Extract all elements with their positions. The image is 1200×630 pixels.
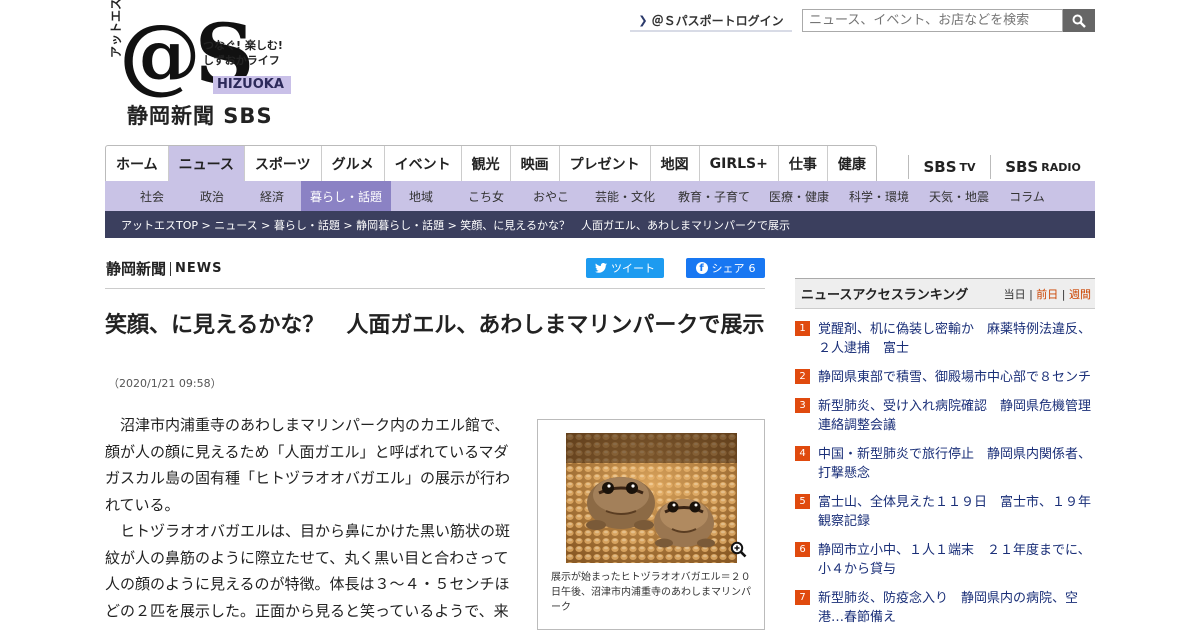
- main-nav-item[interactable]: イベント: [385, 146, 462, 181]
- search-bar: [802, 9, 1095, 32]
- ranking-item[interactable]: 5 富士山、全体見えた１１９日 富士市、１９年観察記録: [795, 493, 1095, 531]
- sub-nav-item[interactable]: 芸能・文化: [581, 181, 669, 211]
- rank-number: 2: [795, 369, 810, 384]
- sub-nav-item[interactable]: こち女: [451, 181, 521, 211]
- ranking-item[interactable]: 4 中国・新型肺炎で旅行停止 静岡県内関係者、打撃懸念: [795, 445, 1095, 483]
- ranking-item[interactable]: 7 新型肺炎、防疫念入り 静岡県内の病院、空港…春節備え: [795, 589, 1095, 627]
- article-figure: 展示が始まったヒトヅラオオバガエル＝２０日午後、沼津市内浦重寺のあわしまマリンパ…: [537, 419, 765, 630]
- sub-nav-item[interactable]: 暮らし・話題: [301, 181, 391, 211]
- main-nav-item[interactable]: 仕事: [779, 146, 828, 181]
- search-input[interactable]: [802, 9, 1063, 32]
- ranking-list: 1 覚醒剤、机に偽装し密輸か 麻薬特例法違反、２人逮捕 富士 2 静岡県東部で積雪、御…: [795, 320, 1095, 630]
- sbs-radio-main: SBS: [1005, 158, 1039, 176]
- share-count: 6: [748, 261, 756, 275]
- ranking-period-links: 当日 | 前日 | 週間: [1003, 287, 1091, 301]
- chevron-right-icon: ❯: [638, 13, 648, 27]
- article-body: 沼津市内浦重寺のあわしまマリンパーク内のカエル館で、顔が人の顔に見えるため「人面…: [105, 412, 517, 624]
- main-nav-item[interactable]: プレゼント: [560, 146, 651, 181]
- logo-hizuoka: HIZUOKA: [213, 76, 291, 94]
- divider: [105, 288, 765, 289]
- logo-tagline: つなぐ! 楽しむ! しずおかライフ: [203, 38, 283, 68]
- ranking-title: ニュースアクセスランキング: [801, 288, 969, 303]
- ranking-item-text: 富士山、全体見えた１１９日 富士市、１９年観察記録: [818, 495, 1092, 529]
- zoom-icon[interactable]: [730, 541, 747, 558]
- main-nav-item[interactable]: ニュース: [168, 146, 245, 181]
- sub-nav-item[interactable]: 経済: [243, 181, 301, 211]
- sub-nav-item[interactable]: 地域: [391, 181, 451, 211]
- breadcrumb[interactable]: アットエスTOP > ニュース > 暮らし・話題 > 静岡暮らし・話題 > 笑顔…: [105, 211, 1095, 238]
- sub-nav-item[interactable]: 政治: [181, 181, 243, 211]
- sub-nav-item[interactable]: おやこ: [521, 181, 581, 211]
- source-label: 静岡新聞 NEWS: [106, 258, 222, 279]
- sbs-tv-main: SBS: [923, 158, 957, 176]
- article-paragraph: ヒトヅラオオバガエルは、目から鼻にかけた黒い筋状の斑紋が人の鼻筋のように際立たせ…: [105, 522, 511, 620]
- ranking-item-text: 静岡県東部で積雪、御殿場市中心部で８センチ: [818, 370, 1092, 385]
- article-paragraph: 沼津市内浦重寺のあわしまマリンパーク内のカエル館で、顔が人の顔に見えるため「人面…: [105, 416, 511, 514]
- sub-nav-item[interactable]: 科学・環境: [839, 181, 919, 211]
- source-divider: [170, 261, 172, 276]
- logo-tagline-1: つなぐ! 楽しむ!: [203, 39, 283, 52]
- site-logo[interactable]: アットエス @S つなぐ! 楽しむ! しずおかライフ HIZUOKA 静岡新聞 …: [105, 0, 295, 129]
- rank-number: 5: [795, 494, 810, 509]
- ranking-item-text: 静岡市立小中、１人１端末 ２１年度までに、小４から貸与: [818, 543, 1091, 577]
- main-nav-item[interactable]: スポーツ: [245, 146, 322, 181]
- tweet-label: ツイート: [611, 262, 655, 275]
- rank-number: 7: [795, 590, 810, 605]
- main-nav-item[interactable]: 健康: [828, 146, 876, 181]
- sub-nav-item[interactable]: コラム: [999, 181, 1055, 211]
- rank-number: 6: [795, 542, 810, 557]
- share-label: シェア: [711, 262, 745, 275]
- sub-nav: 社会 政治 経済 暮らし・話題 地域 こち女 おやこ 芸能・文化 教育・子育て 医療・健康 科学・環…: [105, 181, 1095, 211]
- twitter-bird-icon: [595, 263, 607, 273]
- facebook-share-button[interactable]: f シェア 6: [686, 258, 765, 278]
- ranking-item[interactable]: 1 覚醒剤、机に偽装し密輸か 麻薬特例法違反、２人逮捕 富士: [795, 320, 1095, 358]
- rank-number: 1: [795, 321, 810, 336]
- main-nav-item[interactable]: グルメ: [322, 146, 385, 181]
- main-nav-item[interactable]: GIRLS+: [700, 146, 779, 181]
- ranking-item-text: 新型肺炎、受け入れ病院確認 静岡県危機管理連絡調整会議: [818, 399, 1092, 433]
- sub-nav-item[interactable]: 社会: [123, 181, 181, 211]
- search-icon: [1072, 14, 1086, 28]
- sbs-radio-sub: RADIO: [1041, 160, 1081, 174]
- logo-tagline-2: しずおかライフ: [203, 54, 280, 67]
- sbs-radio-link[interactable]: SBS RADIO: [990, 155, 1095, 179]
- period-today[interactable]: 当日: [1004, 288, 1026, 301]
- figure-caption: 展示が始まったヒトヅラオオバガエル＝２０日午後、沼津市内浦重寺のあわしまマリンパ…: [551, 572, 751, 613]
- rank-number: 3: [795, 398, 810, 413]
- rank-number: 4: [795, 446, 810, 461]
- frog-photo[interactable]: [566, 433, 737, 563]
- source-name: 静岡新聞: [106, 260, 167, 278]
- sbs-tv-sub: TV: [959, 160, 976, 174]
- ranking-header: ニュースアクセスランキング 当日 | 前日 | 週間: [795, 278, 1095, 309]
- article-title: 笑顔、に見えるかな？ 人面ガエル、あわしまマリンパークで展示: [105, 313, 765, 338]
- sub-nav-item[interactable]: 教育・子育て: [669, 181, 759, 211]
- source-sub: NEWS: [175, 261, 223, 276]
- ranking-item[interactable]: 3 新型肺炎、受け入れ病院確認 静岡県危機管理連絡調整会議: [795, 397, 1095, 435]
- ranking-item-text: 覚醒剤、机に偽装し密輸か 麻薬特例法違反、２人逮捕 富士: [818, 322, 1092, 356]
- ranking-item[interactable]: 2 静岡県東部で積雪、御殿場市中心部で８センチ: [795, 368, 1095, 387]
- search-button[interactable]: [1063, 9, 1095, 32]
- main-nav: ホーム ニュース スポーツ グルメ イベント 観光 映画 プレゼント 地図 GIRLS+ 仕事 健康: [105, 145, 877, 182]
- main-nav-item[interactable]: 映画: [511, 146, 560, 181]
- sbs-tv-link[interactable]: SBS TV: [908, 155, 990, 179]
- facebook-icon: f: [695, 262, 708, 274]
- main-nav-item[interactable]: 地図: [651, 146, 700, 181]
- ranking-item-text: 新型肺炎、防疫念入り 静岡県内の病院、空港…春節備え: [818, 591, 1079, 625]
- ranking-item[interactable]: 6 静岡市立小中、１人１端末 ２１年度までに、小４から貸与: [795, 541, 1095, 579]
- login-label: ＠Ｓパスポートログイン: [651, 13, 784, 28]
- ranking-item-text: 中国・新型肺炎で旅行停止 静岡県内関係者、打撃懸念: [818, 447, 1092, 481]
- sub-nav-item[interactable]: 天気・地震: [919, 181, 999, 211]
- period-week[interactable]: 週間: [1069, 288, 1091, 301]
- main-nav-item[interactable]: 観光: [462, 146, 511, 181]
- logo-newspaper: 静岡新聞 SBS: [127, 104, 273, 128]
- sub-nav-item[interactable]: 医療・健康: [759, 181, 839, 211]
- main-nav-item[interactable]: ホーム: [106, 146, 169, 181]
- period-prev[interactable]: 前日: [1036, 288, 1058, 301]
- article-date: （2020/1/21 09:58）: [108, 377, 222, 390]
- passport-login-link[interactable]: ❯ ＠Ｓパスポートログイン: [630, 10, 792, 32]
- tweet-button[interactable]: ツイート: [586, 258, 664, 278]
